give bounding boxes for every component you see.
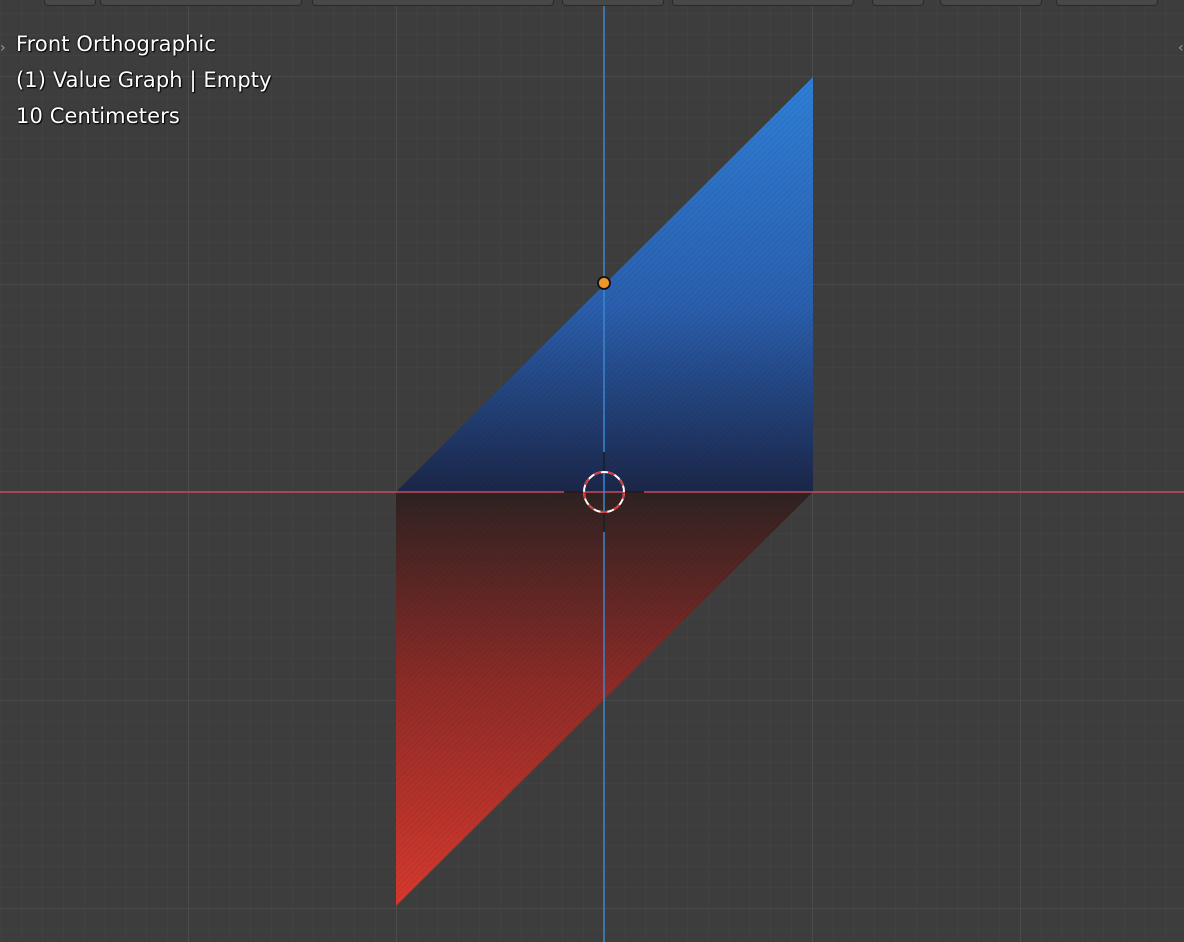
header-strip [0,0,1184,6]
object-origin-icon[interactable] [597,276,611,290]
chevron-right-icon[interactable]: › [0,38,10,58]
header-button[interactable] [44,0,96,6]
header-button[interactable] [100,0,302,6]
header-button[interactable] [562,0,664,6]
header-button[interactable] [940,0,1042,6]
sidebar-toggle-icon[interactable]: ‹ [1178,38,1184,58]
object-info-label: (1) Value Graph | Empty [16,68,272,92]
header-button[interactable] [672,0,854,6]
header-button[interactable] [1056,0,1158,6]
header-button[interactable] [312,0,554,6]
header-button[interactable] [872,0,924,6]
view-name-label: Front Orthographic [16,32,216,56]
grid-scale-label: 10 Centimeters [16,104,180,128]
viewport-scene[interactable] [0,0,1184,942]
3d-viewport[interactable]: › ‹ Front Orthographic (1) Value Graph |… [0,0,1184,942]
viewport-info-overlay: Front Orthographic (1) Value Graph | Emp… [16,26,272,134]
